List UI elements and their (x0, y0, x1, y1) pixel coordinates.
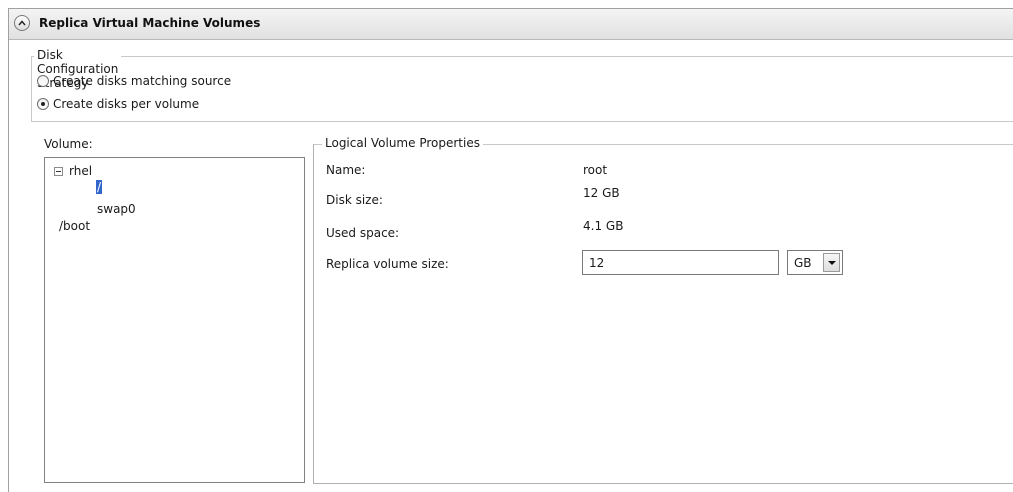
radio-match-source[interactable]: Create disks matching source (37, 73, 231, 89)
name-value: root (583, 163, 608, 177)
radio-button[interactable] (37, 98, 49, 110)
unit-select[interactable]: GB (787, 250, 843, 275)
radio-per-volume[interactable]: Create disks per volume (37, 96, 199, 112)
tree-item-swap0[interactable]: swap0 (97, 202, 136, 216)
collapse-button[interactable] (14, 15, 30, 31)
tree-item-rhel[interactable]: rhel (69, 164, 92, 178)
name-label: Name: (326, 163, 366, 177)
tree-item-boot[interactable]: /boot (59, 219, 90, 233)
replica-size-label: Replica volume size: (326, 257, 449, 271)
section-header[interactable]: Replica Virtual Machine Volumes (9, 9, 1013, 40)
volume-tree[interactable]: rhel / swap0 /boot (44, 157, 305, 483)
used-space-label: Used space: (326, 226, 400, 240)
volume-label: Volume: (44, 137, 93, 151)
radio-button[interactable] (37, 75, 49, 87)
tree-item-root[interactable]: / (96, 180, 103, 194)
replica-size-input[interactable] (582, 250, 779, 275)
chevron-down-icon[interactable] (823, 253, 840, 272)
radio-label: Create disks matching source (53, 74, 232, 88)
properties-group (313, 144, 1013, 484)
chevron-up-icon (18, 20, 26, 26)
minus-box-icon[interactable] (54, 167, 63, 176)
used-space-value: 4.1 GB (583, 219, 624, 233)
disk-size-label: Disk size: (326, 193, 383, 207)
section-title: Replica Virtual Machine Volumes (39, 16, 261, 30)
properties-legend: Logical Volume Properties (322, 136, 483, 150)
unit-select-value: GB (794, 256, 812, 270)
radio-label: Create disks per volume (53, 97, 200, 111)
disk-size-value: 12 GB (583, 186, 620, 200)
